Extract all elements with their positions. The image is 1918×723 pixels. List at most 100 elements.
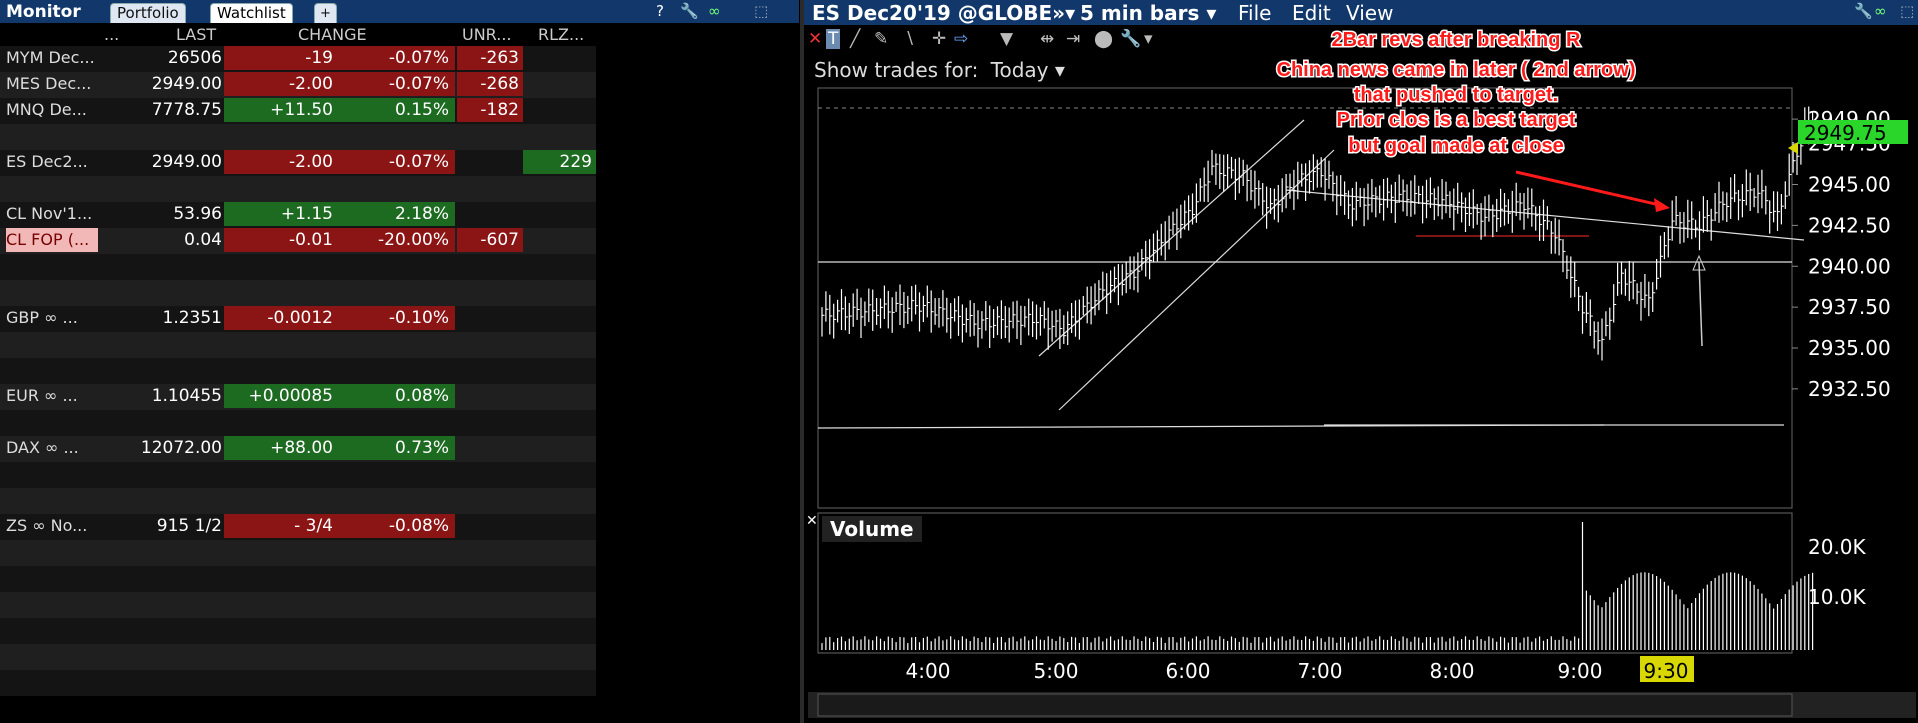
volume-bars bbox=[821, 522, 1814, 650]
cell-symbol bbox=[6, 592, 98, 616]
red-arrow-icon[interactable] bbox=[1515, 170, 1665, 208]
price-chart[interactable]: Volume ✕ 2949.002947.502945.002942.50294… bbox=[804, 0, 1918, 723]
add-tab-button[interactable]: + bbox=[314, 3, 337, 23]
date-scrollbar-thumb[interactable] bbox=[817, 693, 1793, 717]
cell-realized bbox=[523, 670, 596, 694]
table-row[interactable] bbox=[0, 566, 596, 592]
cell-change bbox=[224, 358, 339, 382]
table-row[interactable] bbox=[0, 462, 596, 488]
cell-change-pct bbox=[339, 618, 455, 642]
pane-close-icon[interactable]: ✕ bbox=[806, 513, 818, 529]
cell-change bbox=[224, 488, 339, 512]
cell-last bbox=[100, 540, 222, 564]
cell-change: +88.00 bbox=[224, 436, 339, 460]
cell-change-pct bbox=[339, 644, 455, 668]
table-row[interactable] bbox=[0, 176, 596, 202]
cell-unrealized bbox=[457, 202, 523, 226]
cell-realized bbox=[523, 592, 596, 616]
cell-unrealized bbox=[457, 670, 523, 694]
cell-symbol bbox=[6, 254, 98, 278]
col-header-last[interactable]: LAST bbox=[176, 25, 216, 44]
table-row[interactable]: CL Nov'1... 53.96 +1.15 2.18% bbox=[0, 202, 596, 228]
cell-realized bbox=[523, 384, 596, 408]
detach-icon[interactable]: ⬚ bbox=[754, 2, 768, 20]
table-row[interactable]: GBP ∞ ... 1.2351 -0.0012 -0.10% bbox=[0, 306, 596, 332]
cell-change: +11.50 bbox=[224, 98, 339, 122]
cell-last: 26506 bbox=[167, 48, 222, 68]
cell-change-pct: 0.08% bbox=[339, 384, 455, 408]
cell-realized bbox=[523, 98, 596, 122]
cell-last bbox=[100, 462, 222, 486]
cell-last bbox=[100, 670, 222, 694]
cell-unrealized bbox=[457, 124, 523, 148]
cell-unrealized: -268 bbox=[457, 72, 523, 96]
cell-symbol: MES Dec... bbox=[6, 74, 92, 93]
table-row[interactable] bbox=[0, 254, 596, 280]
table-row[interactable]: ZS ∞ No... 915 1/2- 3/4 -0.08% bbox=[0, 514, 596, 540]
link-icon[interactable]: ∞ bbox=[708, 2, 721, 20]
volume-tick-label: 20.0K bbox=[1808, 535, 1867, 559]
table-row[interactable] bbox=[0, 592, 596, 618]
cell-change-pct bbox=[339, 280, 455, 304]
annotation-line: that pushed to target. bbox=[1354, 84, 1558, 106]
cell-last bbox=[100, 644, 222, 668]
cell-unrealized bbox=[457, 280, 523, 304]
table-row[interactable]: MYM Dec... 26506 -19 -0.07% -263 bbox=[0, 46, 596, 72]
cell-last bbox=[100, 410, 222, 434]
cell-last bbox=[100, 280, 222, 304]
table-row[interactable] bbox=[0, 124, 596, 150]
volume-tick-label: 10.0K bbox=[1808, 585, 1867, 609]
table-row[interactable] bbox=[0, 488, 596, 514]
col-header-change[interactable]: CHANGE bbox=[298, 25, 367, 44]
cell-realized bbox=[523, 436, 596, 460]
help-icon[interactable]: ? bbox=[656, 2, 664, 20]
red-arrow-head-icon bbox=[1654, 198, 1670, 212]
cell-realized bbox=[523, 332, 596, 356]
gray-arrow-icon[interactable] bbox=[1698, 261, 1703, 347]
table-row[interactable]: MNQ De... 7778.75 +11.50 0.15% -182 bbox=[0, 98, 596, 124]
tab-portfolio[interactable]: Portfolio bbox=[110, 3, 186, 23]
table-row[interactable] bbox=[0, 358, 596, 384]
cell-change-pct bbox=[339, 462, 455, 486]
table-row[interactable]: ES Dec2... 2949.00 -2.00 -0.07% 229 bbox=[0, 150, 596, 176]
cell-realized bbox=[523, 618, 596, 642]
cell-realized bbox=[523, 254, 596, 278]
cell-last: 12072.00 bbox=[140, 438, 222, 458]
col-header-menu[interactable]: ... bbox=[104, 25, 119, 44]
table-row[interactable] bbox=[0, 332, 596, 358]
cell-change-pct bbox=[339, 670, 455, 694]
monitor-header: Monitor Portfolio Watchlist + ? 🔧 ∞ ⬚ bbox=[0, 0, 799, 23]
cell-last: 0.04 bbox=[184, 230, 222, 250]
table-row[interactable]: CL FOP (... 0.04 -0.01 -20.00% -607 bbox=[0, 228, 596, 254]
cell-unrealized bbox=[457, 306, 523, 330]
table-row[interactable] bbox=[0, 644, 596, 670]
table-row[interactable]: DAX ∞ ... 12072.00 +88.00 0.73% bbox=[0, 436, 596, 462]
col-header-unrealized[interactable]: UNR... bbox=[462, 25, 511, 44]
table-row[interactable] bbox=[0, 280, 596, 306]
cell-last: 2949.00 bbox=[151, 74, 222, 94]
settings-wrench-icon[interactable]: 🔧 bbox=[680, 2, 699, 20]
table-row[interactable] bbox=[0, 670, 596, 696]
tab-watchlist[interactable]: Watchlist bbox=[210, 3, 293, 23]
cell-unrealized bbox=[457, 566, 523, 590]
cell-change bbox=[224, 592, 339, 616]
cell-change-pct: 2.18% bbox=[339, 202, 455, 226]
cell-last: 915 1/2 bbox=[156, 516, 222, 536]
col-header-realized[interactable]: RLZ... bbox=[538, 25, 584, 44]
table-row[interactable] bbox=[0, 540, 596, 566]
cell-unrealized bbox=[457, 514, 523, 538]
trendline[interactable] bbox=[1038, 119, 1305, 357]
time-tick-label: 5:00 bbox=[1034, 659, 1079, 683]
cell-symbol: MYM Dec... bbox=[6, 48, 95, 67]
cell-unrealized: -182 bbox=[457, 98, 523, 122]
price-tick-label: 2945.00 bbox=[1808, 173, 1891, 197]
monitor-title: Monitor bbox=[6, 2, 81, 22]
cell-change-pct: 0.73% bbox=[339, 436, 455, 460]
cell-unrealized bbox=[457, 150, 523, 174]
table-row[interactable]: EUR ∞ ... 1.10455 +0.00085 0.08% bbox=[0, 384, 596, 410]
cell-realized bbox=[523, 228, 596, 252]
table-row[interactable] bbox=[0, 410, 596, 436]
cell-realized bbox=[523, 644, 596, 668]
table-row[interactable] bbox=[0, 618, 596, 644]
table-row[interactable]: MES Dec... 2949.00 -2.00 -0.07% -268 bbox=[0, 72, 596, 98]
